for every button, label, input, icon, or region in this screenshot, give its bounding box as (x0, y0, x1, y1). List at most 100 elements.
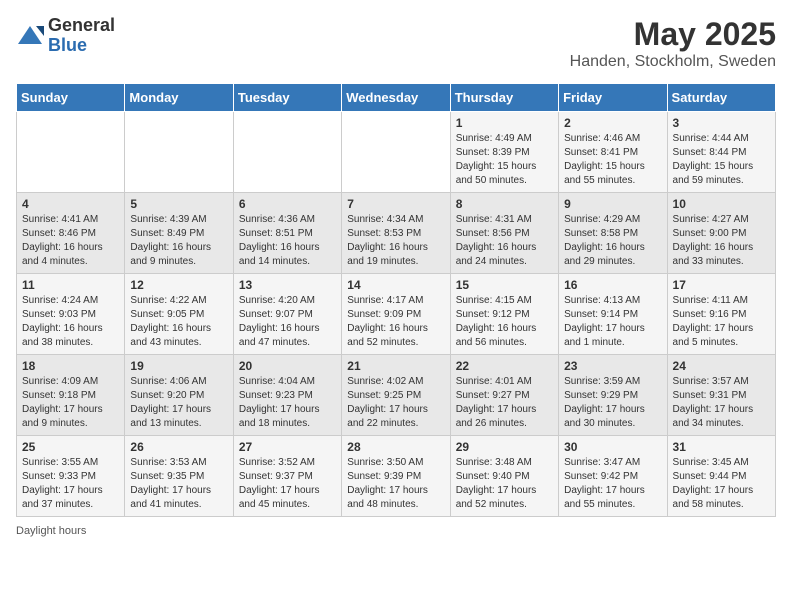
cell-content: Sunrise: 4:44 AM Sunset: 8:44 PM Dayligh… (673, 132, 770, 188)
day-number: 18 (22, 359, 119, 373)
day-number: 16 (564, 278, 661, 292)
day-number: 6 (239, 197, 336, 211)
calendar-cell (233, 112, 341, 193)
calendar-cell: 5 Sunrise: 4:39 AM Sunset: 8:49 PM Daylig… (125, 193, 233, 274)
cell-content: Sunrise: 4:13 AM Sunset: 9:14 PM Dayligh… (564, 294, 661, 350)
day-number: 12 (130, 278, 227, 292)
cell-content: Sunrise: 3:50 AM Sunset: 9:39 PM Dayligh… (347, 456, 444, 512)
cell-content: Sunrise: 3:48 AM Sunset: 9:40 PM Dayligh… (456, 456, 553, 512)
calendar-week-row: 11 Sunrise: 4:24 AM Sunset: 9:03 PM Dayli… (17, 274, 776, 355)
weekday-header-wednesday: Wednesday (342, 84, 450, 112)
page-header: General Blue May 2025 Handen, Stockholm,… (16, 16, 776, 71)
calendar-cell: 10 Sunrise: 4:27 AM Sunset: 9:00 PM Dayli… (667, 193, 775, 274)
calendar-cell: 30 Sunrise: 3:47 AM Sunset: 9:42 PM Dayli… (559, 436, 667, 517)
cell-content: Sunrise: 4:04 AM Sunset: 9:23 PM Dayligh… (239, 375, 336, 431)
daylight-legend: Daylight hours (16, 525, 86, 537)
day-number: 14 (347, 278, 444, 292)
title-block: May 2025 Handen, Stockholm, Sweden (570, 16, 776, 71)
calendar-cell: 21Sunrise: 4:02 AM Sunset: 9:25 PM Dayli… (342, 355, 450, 436)
calendar-cell (342, 112, 450, 193)
calendar-cell: 25 Sunrise: 3:55 AM Sunset: 9:33 PM Dayli… (17, 436, 125, 517)
day-number: 10 (673, 197, 770, 211)
calendar-cell: 7Sunrise: 4:34 AM Sunset: 8:53 PM Daylig… (342, 193, 450, 274)
weekday-header-saturday: Saturday (667, 84, 775, 112)
day-number: 11 (22, 278, 119, 292)
calendar-cell: 22Sunrise: 4:01 AM Sunset: 9:27 PM Dayli… (450, 355, 558, 436)
cell-content: Sunrise: 4:24 AM Sunset: 9:03 PM Dayligh… (22, 294, 119, 350)
day-number: 24 (673, 359, 770, 373)
weekday-header-thursday: Thursday (450, 84, 558, 112)
calendar-cell: 13Sunrise: 4:20 AM Sunset: 9:07 PM Dayli… (233, 274, 341, 355)
weekday-header-row: SundayMondayTuesdayWednesdayThursdayFrid… (17, 84, 776, 112)
day-number: 15 (456, 278, 553, 292)
calendar-cell: 8Sunrise: 4:31 AM Sunset: 8:56 PM Daylig… (450, 193, 558, 274)
calendar-cell: 19Sunrise: 4:06 AM Sunset: 9:20 PM Dayli… (125, 355, 233, 436)
cell-content: Sunrise: 3:53 AM Sunset: 9:35 PM Dayligh… (130, 456, 227, 512)
calendar-cell: 16 Sunrise: 4:13 AM Sunset: 9:14 PM Dayli… (559, 274, 667, 355)
cell-content: Sunrise: 3:52 AM Sunset: 9:37 PM Dayligh… (239, 456, 336, 512)
calendar-body: 1 Sunrise: 4:49 AM Sunset: 8:39 PM Daylig… (17, 112, 776, 517)
calendar-header: SundayMondayTuesdayWednesdayThursdayFrid… (17, 84, 776, 112)
logo-icon (16, 22, 44, 50)
weekday-header-sunday: Sunday (17, 84, 125, 112)
cell-content: Sunrise: 3:59 AM Sunset: 9:29 PM Dayligh… (564, 375, 661, 431)
day-number: 27 (239, 440, 336, 454)
calendar-cell: 3Sunrise: 4:44 AM Sunset: 8:44 PM Daylig… (667, 112, 775, 193)
logo-text: General Blue (48, 16, 115, 56)
calendar-cell: 29 Sunrise: 3:48 AM Sunset: 9:40 PM Dayli… (450, 436, 558, 517)
calendar-cell: 14 Sunrise: 4:17 AM Sunset: 9:09 PM Dayli… (342, 274, 450, 355)
cell-content: Sunrise: 4:49 AM Sunset: 8:39 PM Dayligh… (456, 132, 553, 188)
day-number: 4 (22, 197, 119, 211)
calendar-cell (17, 112, 125, 193)
day-number: 19 (130, 359, 227, 373)
day-number: 2 (564, 116, 661, 130)
cell-content: Sunrise: 4:01 AM Sunset: 9:27 PM Dayligh… (456, 375, 553, 431)
cell-content: Sunrise: 3:55 AM Sunset: 9:33 PM Dayligh… (22, 456, 119, 512)
calendar-cell: 2 Sunrise: 4:46 AM Sunset: 8:41 PM Daylig… (559, 112, 667, 193)
calendar-cell: 27 Sunrise: 3:52 AM Sunset: 9:37 PM Dayli… (233, 436, 341, 517)
calendar-week-row: 25 Sunrise: 3:55 AM Sunset: 9:33 PM Dayli… (17, 436, 776, 517)
day-number: 30 (564, 440, 661, 454)
calendar-cell: 1 Sunrise: 4:49 AM Sunset: 8:39 PM Daylig… (450, 112, 558, 193)
calendar-cell: 23 Sunrise: 3:59 AM Sunset: 9:29 PM Dayli… (559, 355, 667, 436)
day-number: 17 (673, 278, 770, 292)
cell-content: Sunrise: 4:41 AM Sunset: 8:46 PM Dayligh… (22, 213, 119, 269)
day-number: 31 (673, 440, 770, 454)
calendar-week-row: 4 Sunrise: 4:41 AM Sunset: 8:46 PM Daylig… (17, 193, 776, 274)
day-number: 29 (456, 440, 553, 454)
calendar-table: SundayMondayTuesdayWednesdayThursdayFrid… (16, 83, 776, 517)
cell-content: Sunrise: 4:15 AM Sunset: 9:12 PM Dayligh… (456, 294, 553, 350)
cell-content: Sunrise: 3:45 AM Sunset: 9:44 PM Dayligh… (673, 456, 770, 512)
cell-content: Sunrise: 4:27 AM Sunset: 9:00 PM Dayligh… (673, 213, 770, 269)
calendar-cell: 15 Sunrise: 4:15 AM Sunset: 9:12 PM Dayli… (450, 274, 558, 355)
cell-content: Sunrise: 3:47 AM Sunset: 9:42 PM Dayligh… (564, 456, 661, 512)
weekday-header-friday: Friday (559, 84, 667, 112)
cell-content: Sunrise: 4:46 AM Sunset: 8:41 PM Dayligh… (564, 132, 661, 188)
calendar-week-row: 1 Sunrise: 4:49 AM Sunset: 8:39 PM Daylig… (17, 112, 776, 193)
calendar-cell (125, 112, 233, 193)
day-number: 23 (564, 359, 661, 373)
calendar-cell: 18 Sunrise: 4:09 AM Sunset: 9:18 PM Dayli… (17, 355, 125, 436)
calendar-week-row: 18 Sunrise: 4:09 AM Sunset: 9:18 PM Dayli… (17, 355, 776, 436)
day-number: 25 (22, 440, 119, 454)
day-number: 5 (130, 197, 227, 211)
cell-content: Sunrise: 4:39 AM Sunset: 8:49 PM Dayligh… (130, 213, 227, 269)
day-number: 8 (456, 197, 553, 211)
cell-content: Sunrise: 4:29 AM Sunset: 8:58 PM Dayligh… (564, 213, 661, 269)
cell-content: Sunrise: 4:17 AM Sunset: 9:09 PM Dayligh… (347, 294, 444, 350)
month-title: May 2025 (570, 16, 776, 53)
cell-content: Sunrise: 4:22 AM Sunset: 9:05 PM Dayligh… (130, 294, 227, 350)
weekday-header-monday: Monday (125, 84, 233, 112)
cell-content: Sunrise: 4:20 AM Sunset: 9:07 PM Dayligh… (239, 294, 336, 350)
day-number: 21 (347, 359, 444, 373)
calendar-cell: 6 Sunrise: 4:36 AM Sunset: 8:51 PM Daylig… (233, 193, 341, 274)
calendar-cell: 24 Sunrise: 3:57 AM Sunset: 9:31 PM Dayli… (667, 355, 775, 436)
calendar-cell: 31 Sunrise: 3:45 AM Sunset: 9:44 PM Dayli… (667, 436, 775, 517)
day-number: 7 (347, 197, 444, 211)
cell-content: Sunrise: 4:36 AM Sunset: 8:51 PM Dayligh… (239, 213, 336, 269)
calendar-cell: 4 Sunrise: 4:41 AM Sunset: 8:46 PM Daylig… (17, 193, 125, 274)
day-number: 1 (456, 116, 553, 130)
cell-content: Sunrise: 4:09 AM Sunset: 9:18 PM Dayligh… (22, 375, 119, 431)
calendar-legend: Daylight hours (16, 525, 776, 537)
cell-content: Sunrise: 3:57 AM Sunset: 9:31 PM Dayligh… (673, 375, 770, 431)
